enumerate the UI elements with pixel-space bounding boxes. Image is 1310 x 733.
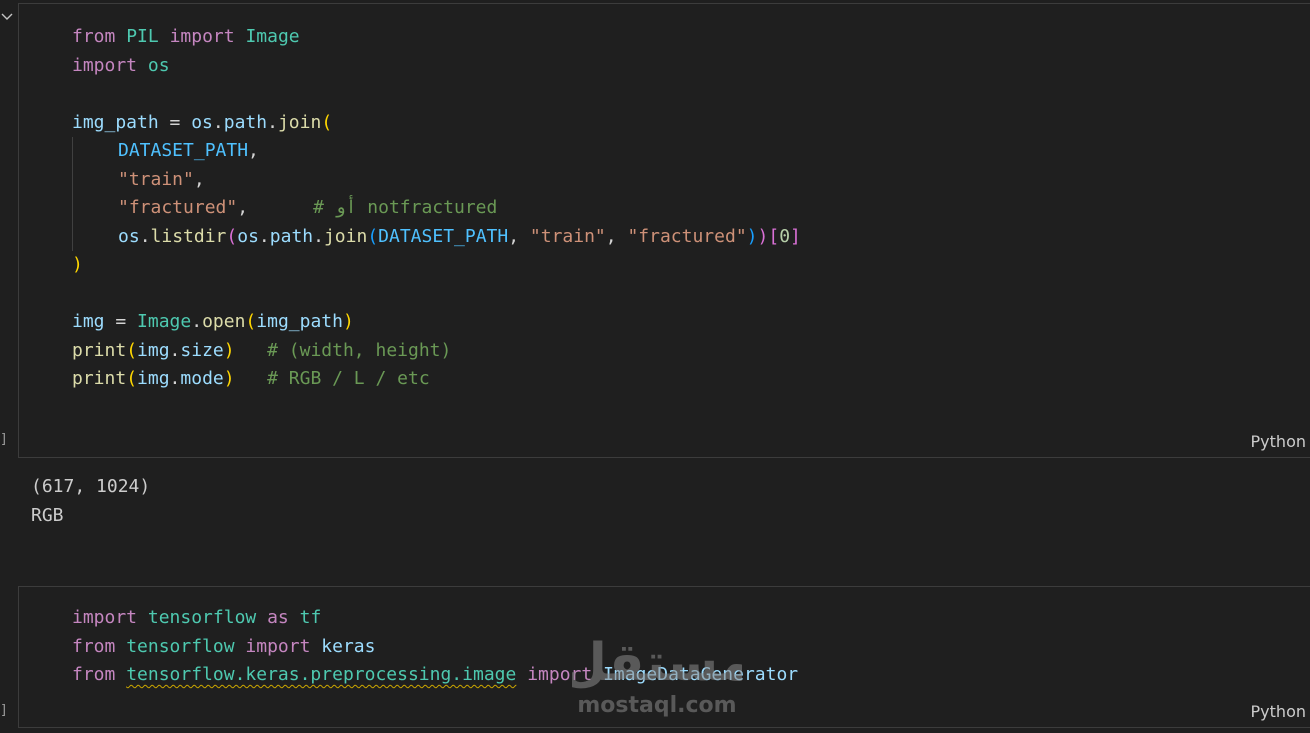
output-line: (617, 1024)	[31, 476, 151, 497]
code-line: import os	[72, 54, 170, 76]
code-line: print(img.size) # (width, height)	[72, 339, 452, 361]
chevron-down-icon[interactable]	[0, 10, 14, 24]
cell-output: (617, 1024) RGB	[31, 473, 150, 530]
code-line: "train",	[72, 165, 801, 194]
code-line: img_path = os.path.join(	[72, 111, 333, 133]
code-line: print(img.mode) # RGB / L / etc	[72, 368, 430, 389]
code-line: from PIL import Image	[72, 26, 300, 47]
indent-guide	[72, 194, 73, 223]
output-line: RGB	[31, 504, 64, 526]
indent-guide	[72, 165, 73, 194]
code-line: "fractured", # أو notfractured	[72, 194, 801, 223]
indent-guide	[72, 222, 73, 251]
code-cell[interactable]: import tensorflow as tf from tensorflow …	[18, 586, 1310, 728]
execution-count-bracket: ]	[0, 703, 8, 718]
warning-squiggle[interactable]: tensorflow.keras.preprocessing.image	[126, 664, 516, 685]
code-cell[interactable]: from PIL import Image import os img_path…	[18, 3, 1310, 458]
code-line: from tensorflow.keras.preprocessing.imag…	[72, 664, 799, 685]
code-line: img = Image.open(img_path)	[72, 311, 354, 332]
cell-language-label[interactable]: Python	[1251, 432, 1306, 451]
code-line: import tensorflow as tf	[72, 607, 322, 628]
code-line: os.listdir(os.path.join(DATASET_PATH, "t…	[72, 222, 801, 251]
indent-guide	[72, 137, 73, 166]
code-editor[interactable]: from PIL import Image import os img_path…	[72, 23, 801, 394]
code-editor[interactable]: import tensorflow as tf from tensorflow …	[72, 604, 798, 690]
cell-language-label[interactable]: Python	[1251, 702, 1306, 721]
execution-count-bracket: ]	[0, 432, 8, 447]
code-line: )	[72, 254, 83, 275]
code-line: DATASET_PATH,	[72, 137, 801, 166]
code-line: from tensorflow import keras	[72, 635, 376, 657]
